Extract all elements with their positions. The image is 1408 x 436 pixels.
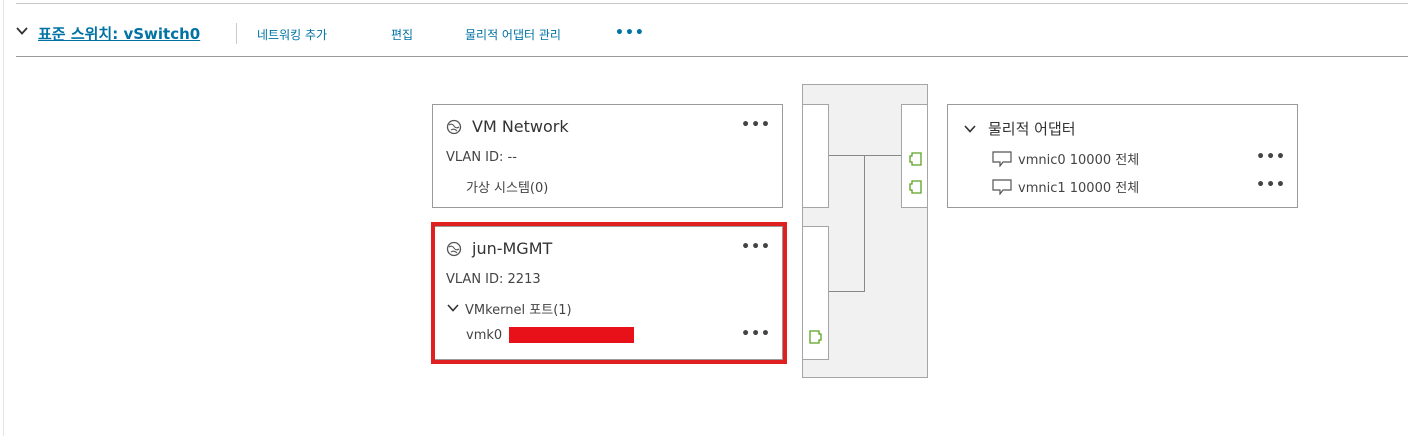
physical-adapter-row[interactable]: vmnic0 10000 전체	[992, 149, 1139, 168]
port-group-more-button[interactable]: •••	[741, 117, 771, 133]
toolbar-separator	[236, 23, 237, 44]
port-group-header: VM Network	[446, 117, 569, 136]
switch-title-link[interactable]: 표준 스위치: vSwitch0	[38, 23, 200, 44]
physical-adapter-label: vmnic0 10000 전체	[1018, 153, 1140, 168]
toolbar-divider	[16, 56, 1408, 57]
toolbar-more-button[interactable]: •••	[615, 25, 645, 41]
port-connector-icon	[909, 152, 922, 166]
physical-adapter-row[interactable]: vmnic1 10000 전체	[992, 177, 1139, 196]
physical-adapter-more-button[interactable]: •••	[1256, 177, 1286, 193]
physical-adapter-more-button[interactable]: •••	[1256, 149, 1286, 165]
left-edge-line	[3, 0, 4, 436]
physical-adapter-label: vmnic1 10000 전체	[1018, 181, 1140, 196]
chevron-down-icon[interactable]	[16, 25, 28, 37]
connection-line	[864, 155, 865, 292]
physical-adapters-title: 물리적 어댑터	[988, 120, 1076, 138]
port-group-name: VM Network	[472, 117, 569, 136]
top-divider	[16, 3, 1408, 4]
port-connector-icon	[809, 330, 822, 344]
network-adapter-icon	[992, 178, 1012, 195]
globe-network-icon	[446, 119, 462, 134]
physical-adapters-card: 물리적 어댑터 vmnic0 10000 전체 ••• vmnic1 10000…	[947, 104, 1298, 208]
port-group-card-vm-network[interactable]: VM Network ••• VLAN ID: -- 가상 시스템(0)	[432, 104, 783, 208]
redacted-ip-address	[509, 327, 634, 343]
port-connector-icon	[909, 180, 922, 194]
network-adapter-icon	[992, 150, 1012, 167]
edit-button[interactable]: 편집	[391, 26, 413, 43]
port-group-connector-vm-network	[802, 104, 829, 208]
connection-line	[829, 291, 865, 292]
virtual-machines-count: 가상 시스템(0)	[466, 181, 549, 196]
manage-physical-adapters-button[interactable]: 물리적 어댑터 관리	[465, 26, 561, 43]
vlan-id-text: VLAN ID: --	[446, 150, 517, 165]
connection-line	[829, 155, 901, 156]
chevron-down-icon[interactable]	[964, 123, 976, 135]
switch-toolbar: 표준 스위치: vSwitch0 네트워킹 추가 편집 물리적 어댑터 관리 •…	[16, 20, 1408, 48]
add-networking-button[interactable]: 네트워킹 추가	[257, 26, 327, 43]
